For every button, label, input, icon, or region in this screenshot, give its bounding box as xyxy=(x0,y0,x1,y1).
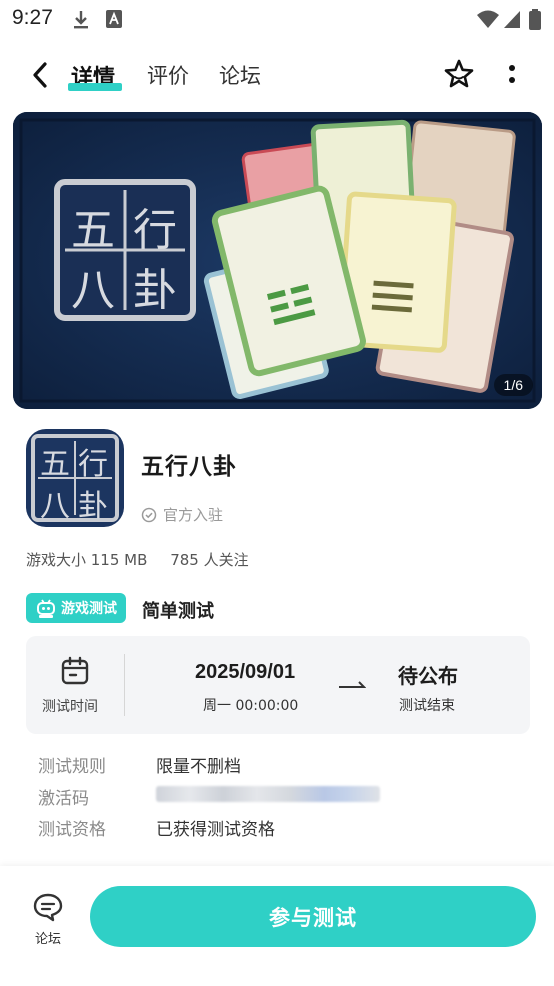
signal-icon xyxy=(504,11,520,28)
app-icon: 五 行 八 卦 xyxy=(26,429,124,527)
font-icon xyxy=(106,10,122,28)
wifi-icon xyxy=(477,10,499,28)
favorite-star-icon[interactable] xyxy=(443,58,475,90)
test-time-card: 测试时间 2025/09/01 周一 00:00:00 待公布 测试结束 xyxy=(26,636,530,734)
game-banner[interactable]: 五 行 八 卦 1/6 xyxy=(13,112,542,409)
game-size: 游戏大小 115 MB xyxy=(26,551,148,569)
app-icon-char: 五 xyxy=(40,447,70,482)
app-icon-char: 八 xyxy=(40,489,70,524)
active-tab-indicator xyxy=(68,83,122,91)
activation-code-key: 激活码 xyxy=(38,789,89,809)
banner-logo-char: 五 xyxy=(71,205,115,256)
test-time-label: 测试时间 xyxy=(42,699,98,715)
app-meta: 游戏大小 115 MB 785 人关注 xyxy=(26,549,267,570)
tab-forum[interactable]: 论坛 xyxy=(219,60,261,90)
test-rule-key: 测试规则 xyxy=(38,757,106,777)
follower-count: 785 人关注 xyxy=(170,551,249,569)
forum-label: 论坛 xyxy=(35,932,62,947)
banner-logo: 五 行 八 卦 xyxy=(57,182,193,318)
back-arrow-icon[interactable] xyxy=(26,60,56,90)
status-time: 9:27 xyxy=(12,6,53,29)
app-icon-char: 卦 xyxy=(78,489,108,524)
test-rule-value: 限量不删档 xyxy=(156,757,241,777)
app-title: 五行八卦 xyxy=(141,454,237,480)
check-circle-icon xyxy=(141,507,157,522)
more-options-icon[interactable] xyxy=(500,60,524,90)
divider xyxy=(124,654,125,716)
banner-logo-char: 八 xyxy=(71,265,115,316)
arrow-right-icon xyxy=(339,681,366,688)
join-test-button[interactable]: 参与测试 xyxy=(90,886,536,947)
game-test-label: 游戏测试 xyxy=(61,601,117,617)
test-qualification-key: 测试资格 xyxy=(38,820,106,840)
download-icon xyxy=(74,11,88,29)
test-robot-icon xyxy=(37,599,55,618)
banner-logo-char: 行 xyxy=(133,205,177,256)
activation-code-redacted xyxy=(156,786,380,802)
tab-reviews[interactable]: 评价 xyxy=(147,60,189,90)
bottom-action-bar: 论坛 参与测试 xyxy=(0,866,554,986)
test-start-date: 2025/09/01 xyxy=(195,661,296,683)
forum-button[interactable]: 论坛 xyxy=(26,892,72,952)
banner-logo-char: 卦 xyxy=(133,265,177,316)
banner-page-counter: 1/6 xyxy=(493,374,533,396)
test-qualification-value: 已获得测试资格 xyxy=(156,820,275,840)
battery-icon xyxy=(529,9,541,30)
forum-chat-icon xyxy=(33,893,63,922)
test-type: 简单测试 xyxy=(142,601,214,622)
test-end-value: 待公布 xyxy=(398,664,458,688)
status-bar: 9:27 xyxy=(0,0,554,40)
official-badge: 官方入驻 xyxy=(141,504,223,525)
game-test-badge: 游戏测试 xyxy=(26,593,126,623)
app-icon-char: 行 xyxy=(78,447,108,482)
test-start-time: 周一 00:00:00 xyxy=(203,698,299,714)
calendar-icon xyxy=(61,656,89,685)
official-label: 官方入驻 xyxy=(163,506,224,524)
test-end-label: 测试结束 xyxy=(399,698,455,714)
